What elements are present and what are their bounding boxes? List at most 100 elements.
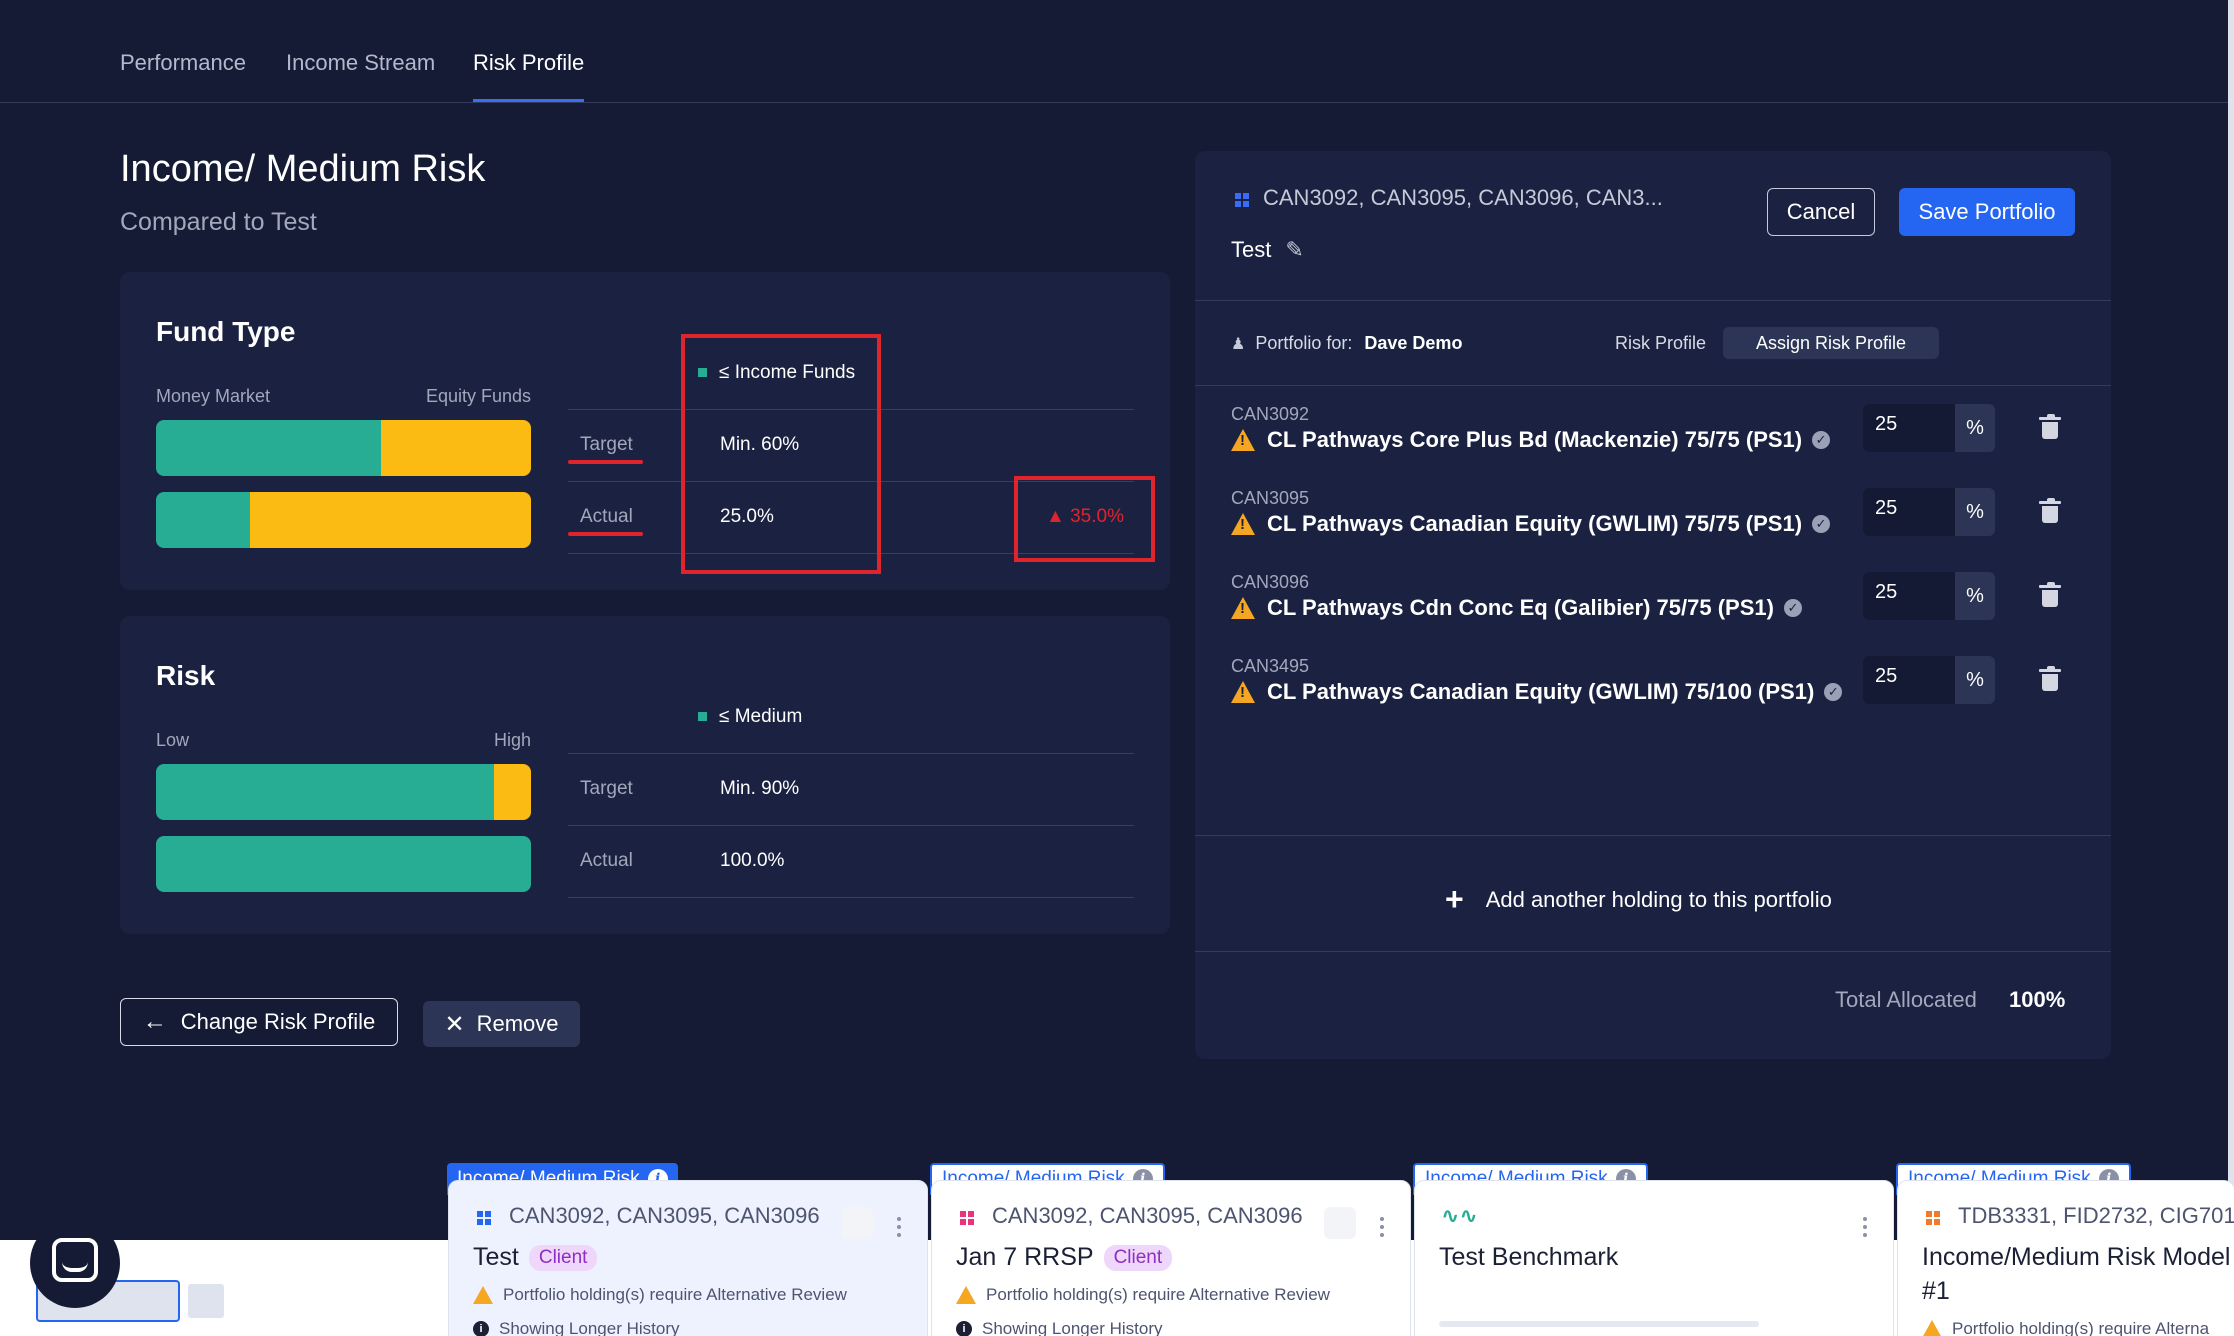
risk-target-teal <box>156 764 494 820</box>
expand-icon[interactable] <box>841 1207 873 1239</box>
risk-actual-label: Actual <box>580 850 633 871</box>
more-icon[interactable] <box>897 1217 901 1241</box>
tab-performance[interactable]: Performance <box>120 50 246 76</box>
page-subtitle: Compared to Test <box>120 208 317 236</box>
card-title-line2: #1 <box>1922 1277 1950 1305</box>
card-codes: TDB3331, FID2732, CIG701 <box>1958 1203 2234 1228</box>
highlight-box-income-funds <box>681 334 881 574</box>
grid-icon <box>960 1211 974 1225</box>
info-icon: i <box>473 1321 489 1336</box>
risk-panel: Risk Low High ≤ Medium Target Min. 90% A… <box>120 616 1170 934</box>
allocation-input[interactable]: 25 <box>1863 656 1955 704</box>
holding-name[interactable]: CL Pathways Cdn Conc Eq (Galibier) 75/75… <box>1231 595 1802 621</box>
percent-suffix: % <box>1955 572 1995 620</box>
fund-type-actual-teal <box>156 492 250 548</box>
more-icon[interactable] <box>1380 1217 1384 1241</box>
top-tabs: Performance Income Stream Risk Profile <box>0 0 2234 103</box>
highlight-underline-target <box>568 460 643 464</box>
trash-icon[interactable] <box>2039 414 2061 439</box>
chat-icon[interactable] <box>30 1218 120 1308</box>
portfolio-for: ♟ Portfolio for: Dave Demo <box>1231 333 1463 353</box>
percent-suffix: % <box>1955 488 1995 536</box>
risk-title: Risk <box>156 660 216 691</box>
add-holding-button[interactable]: + Add another holding to this portfolio <box>1445 881 1832 918</box>
tab-risk-profile[interactable]: Risk Profile <box>473 50 584 76</box>
percent-suffix: % <box>1955 656 1995 704</box>
card-warning: Portfolio holding(s) require Alternative… <box>473 1285 847 1305</box>
fund-type-actual-label: Actual <box>580 506 633 527</box>
tab-income-stream[interactable]: Income Stream <box>286 50 435 76</box>
total-allocated-value: 100% <box>2009 987 2066 1012</box>
warning-icon <box>956 1286 976 1304</box>
card-title: Income/Medium Risk Model <box>1922 1243 2231 1271</box>
portfolio-card[interactable]: ∿∿ Test Benchmark <box>1414 1180 1894 1336</box>
fund-type-target-label: Target <box>580 434 633 455</box>
portfolio-card[interactable]: TDB3331, FID2732, CIG701 Income/Medium R… <box>1897 1180 2234 1336</box>
assign-risk-profile-button[interactable]: Assign Risk Profile <box>1723 327 1939 359</box>
risk-actual-bar <box>156 836 531 892</box>
portfolio-name[interactable]: Test ✎ <box>1231 237 1304 263</box>
pager-page[interactable] <box>188 1284 224 1318</box>
change-risk-profile-button[interactable]: ← Change Risk Profile <box>120 998 398 1046</box>
portfolio-card[interactable]: CAN3092, CAN3095, CAN3096 Test Client Por… <box>448 1180 928 1336</box>
more-icon[interactable] <box>1863 1217 1867 1241</box>
highlight-underline-actual <box>568 532 643 536</box>
fund-type-target-yellow <box>381 420 531 476</box>
fund-type-target-bar <box>156 420 531 476</box>
card-warning: Portfolio holding(s) require Alterna <box>1922 1319 2209 1336</box>
holding-code: CAN3095 <box>1231 488 1310 508</box>
save-portfolio-button[interactable]: Save Portfolio <box>1899 188 2075 236</box>
risk-left-label: Low <box>156 730 190 750</box>
warning-icon <box>473 1286 493 1304</box>
scrollbar[interactable] <box>2228 0 2234 1240</box>
divider <box>568 897 1134 898</box>
risk-profile-label: Risk Profile <box>1615 333 1707 353</box>
holding-code: CAN3096 <box>1231 572 1310 592</box>
risk-actual-teal <box>156 836 531 892</box>
risk-right-label: High <box>493 730 531 750</box>
allocation-input[interactable]: 25 <box>1863 572 1955 620</box>
card-title: Jan 7 RRSP Client <box>956 1243 1173 1272</box>
holding-code: CAN3495 <box>1231 656 1310 676</box>
portfolio-card[interactable]: CAN3092, CAN3095, CAN3096 Jan 7 RRSP Clie… <box>931 1180 1411 1336</box>
cancel-button[interactable]: Cancel <box>1767 188 1875 236</box>
grid-icon <box>1235 193 1249 207</box>
risk-target-value: Min. 90% <box>720 778 800 799</box>
grid-icon <box>1926 1211 1940 1225</box>
user-icon: ♟ <box>1231 335 1246 353</box>
check-circle-icon: ✓ <box>1824 683 1843 701</box>
trash-icon[interactable] <box>2039 498 2061 523</box>
warning-icon <box>1922 1320 1942 1336</box>
risk-target-bar <box>156 764 531 820</box>
trash-icon[interactable] <box>2039 666 2061 691</box>
risk-target-yellow <box>493 764 531 820</box>
pencil-icon[interactable]: ✎ <box>1285 237 1303 263</box>
fund-type-left-label: Money Market <box>156 386 271 406</box>
allocation-input[interactable]: 25 <box>1863 404 1955 452</box>
check-circle-icon: ✓ <box>1812 431 1831 449</box>
client-badge: Client <box>1103 1245 1173 1272</box>
allocation-input[interactable]: 25 <box>1863 488 1955 536</box>
trash-icon[interactable] <box>2039 582 2061 607</box>
remove-button[interactable]: ✕ Remove <box>423 1001 580 1047</box>
card-codes: CAN3092, CAN3095, CAN3096 <box>509 1203 820 1228</box>
fund-type-title: Fund Type <box>156 316 296 347</box>
holding-name[interactable]: CL Pathways Canadian Equity (GWLIM) 75/1… <box>1231 679 1843 705</box>
fund-type-actual-bar <box>156 492 531 548</box>
portfolio-panel: CAN3092, CAN3095, CAN3096, CAN3... Test … <box>1195 151 2111 1059</box>
portfolio-codes: CAN3092, CAN3095, CAN3096, CAN3... <box>1263 185 1663 210</box>
divider <box>1195 951 2111 952</box>
card-scrollbar[interactable] <box>1439 1321 1759 1327</box>
divider <box>568 825 1134 826</box>
close-icon: ✕ <box>444 1010 465 1038</box>
card-codes: CAN3092, CAN3095, CAN3096 <box>992 1203 1303 1228</box>
holding-name[interactable]: CL Pathways Core Plus Bd (Mackenzie) 75/… <box>1231 427 1831 453</box>
holding-name[interactable]: CL Pathways Canadian Equity (GWLIM) 75/7… <box>1231 511 1831 537</box>
expand-icon[interactable] <box>1324 1207 1356 1239</box>
warning-icon <box>1231 513 1255 535</box>
check-circle-icon: ✓ <box>1783 599 1802 617</box>
grid-icon <box>477 1211 491 1225</box>
card-info: i Showing Longer History <box>956 1319 1162 1336</box>
plus-icon: + <box>1445 881 1464 917</box>
page-title: Income/ Medium Risk <box>120 148 486 190</box>
